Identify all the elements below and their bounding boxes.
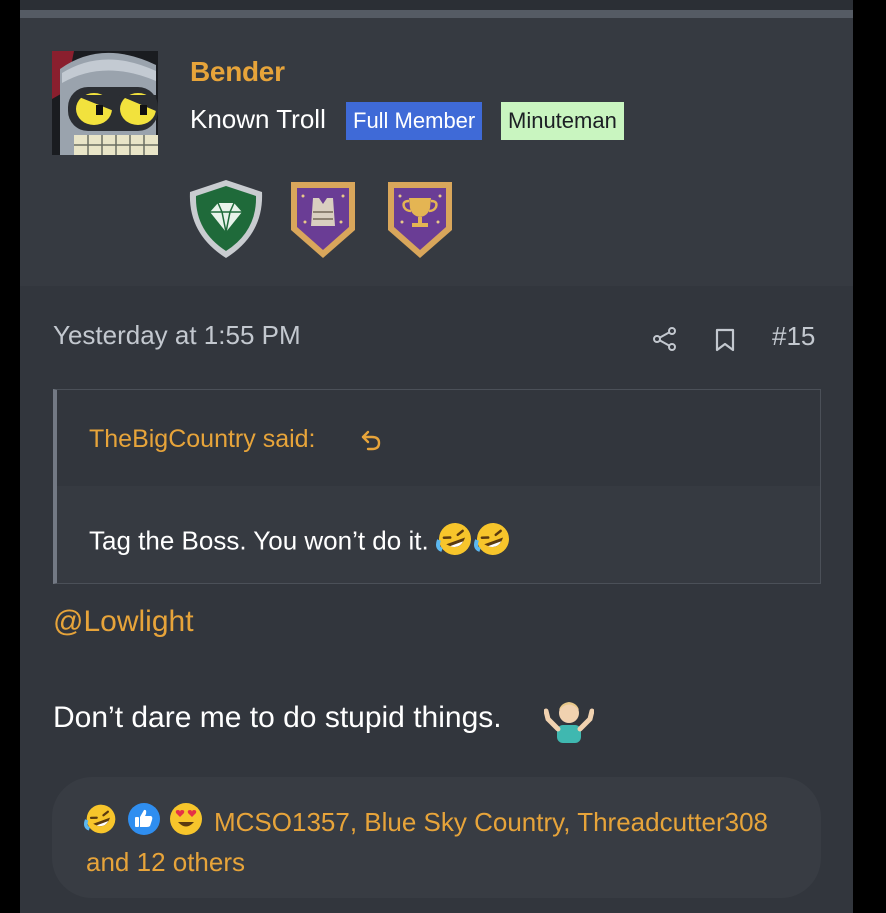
shrug-emoji-icon [543, 697, 595, 743]
user-block: Bender Known Troll Full Member Minuteman [20, 18, 853, 286]
thumbs-up-reaction-icon [127, 802, 161, 836]
laugh-cry-emoji-icon [435, 520, 474, 565]
post-message: Don’t dare me to do stupid things. [53, 701, 502, 734]
post-timestamp[interactable]: Yesterday at 1:55 PM [53, 320, 301, 351]
goto-quote-icon[interactable] [359, 428, 383, 452]
top-strip [20, 0, 853, 10]
minuteman-badge: Minuteman [501, 102, 624, 140]
share-icon[interactable] [652, 326, 678, 352]
post-container: Bender Known Troll Full Member Minuteman [20, 0, 853, 913]
quote-author[interactable]: TheBigCountry said: [89, 425, 316, 454]
bookmark-icon[interactable] [713, 327, 737, 353]
reactions-bar[interactable]: MCSO1357, Blue Sky Country, Threadcutter… [52, 777, 821, 898]
top-divider [20, 10, 853, 18]
quote-text-line: Tag the Boss. You won’t do it. [89, 520, 512, 565]
diamond-shield-trophy-icon[interactable] [184, 176, 268, 262]
laugh-cry-emoji-icon [473, 520, 512, 565]
quote-block: TheBigCountry said: Tag the Boss. You wo… [53, 389, 821, 584]
laugh-cry-reaction-icon [84, 802, 118, 836]
full-member-badge: Full Member [346, 102, 483, 140]
quote-header: TheBigCountry said: [57, 390, 820, 486]
heart-eyes-reaction-icon [169, 802, 203, 836]
avatar[interactable] [52, 51, 158, 155]
vest-trophy-icon[interactable] [281, 176, 365, 262]
cup-trophy-icon[interactable] [378, 176, 462, 262]
username[interactable]: Bender [190, 56, 285, 88]
user-mention-link[interactable]: @Lowlight [53, 605, 194, 639]
post-number[interactable]: #15 [772, 321, 815, 352]
quote-text: Tag the Boss. You won’t do it. [89, 525, 429, 556]
user-title: Known Troll [190, 104, 326, 134]
